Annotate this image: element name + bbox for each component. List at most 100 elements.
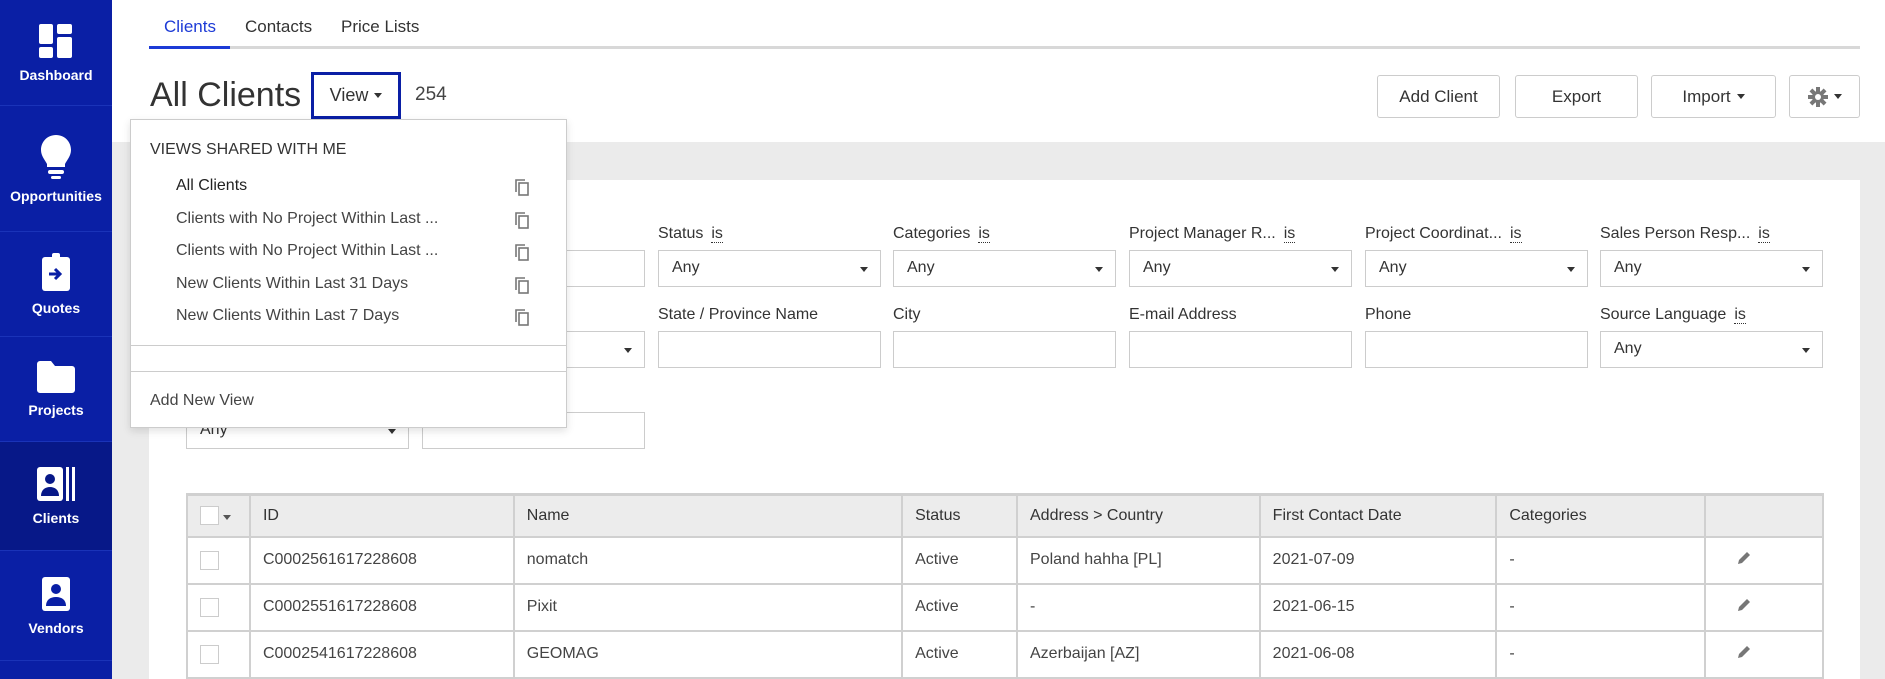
clients-table: ID Name Status Address > Country First C… [186, 493, 1824, 679]
pencil-icon [1738, 551, 1751, 564]
filter-label-sales-person: Sales Person Resp... is [1600, 225, 1770, 243]
column-header-country[interactable]: Address > Country [1016, 493, 1261, 538]
table-row[interactable]: C0002561617228608 nomatch Active Poland hah… [186, 535, 1824, 585]
sidebar-item-label: Projects [28, 402, 84, 418]
add-client-button[interactable]: Add Client [1377, 75, 1500, 118]
active-tab-indicator [149, 46, 230, 49]
filter-label-status: Status is [658, 225, 723, 243]
edit-button[interactable] [1704, 535, 1824, 585]
copy-view-icon[interactable] [514, 211, 530, 229]
table-row[interactable]: C0002551617228608 Pixit Active -2021-06-15- [186, 582, 1824, 632]
gear-icon [1807, 86, 1828, 107]
sidebar-item-label: Opportunities [10, 187, 102, 204]
filter-label-phone: Phone [1365, 306, 1412, 323]
view-menu-item[interactable]: Clients with No Project Within Last ... [176, 242, 438, 260]
caret-down-icon [374, 93, 383, 98]
copy-view-icon[interactable] [514, 243, 530, 261]
copy-view-icon[interactable] [514, 308, 530, 326]
cell-first-contact-date: 2021-06-08 [1258, 629, 1498, 679]
cell-status: Active [901, 629, 1018, 679]
select-all-checkbox[interactable] [186, 493, 251, 538]
city-input[interactable] [893, 331, 1116, 368]
sidebar-item-vendors[interactable]: Vendors [0, 551, 112, 661]
cell-country: Poland hahha [PL] [1016, 535, 1261, 585]
column-header-categories[interactable]: Categories [1495, 493, 1707, 538]
phone-input[interactable] [1365, 331, 1588, 368]
sidebar-item-opportunities[interactable]: Opportunities [0, 106, 112, 232]
categories-select[interactable]: Any [893, 250, 1116, 287]
state-input[interactable] [658, 331, 881, 368]
contacts-icon [37, 467, 75, 501]
sidebar-item-dashboard[interactable]: Dashboard [0, 0, 112, 106]
add-new-view-link[interactable]: Add New View [150, 392, 254, 410]
copy-view-icon[interactable] [514, 178, 530, 196]
filter-label-city: City [893, 306, 921, 323]
cell-status: Active [901, 535, 1018, 585]
record-count: 254 [415, 84, 447, 105]
filter-label-project-manager: Project Manager R... is [1129, 225, 1296, 243]
row-checkbox[interactable] [186, 582, 251, 632]
sidebar: Dashboard Opportunities Quotes Projects … [0, 0, 112, 679]
view-menu-item[interactable]: New Clients Within Last 7 Days [176, 307, 399, 325]
cell-id: C0002541617228608 [248, 629, 515, 679]
project-coordinator-select[interactable]: Any [1365, 250, 1588, 287]
menu-divider [131, 371, 566, 372]
view-dropdown-menu: VIEWS SHARED WITH ME All Clients Clients … [130, 119, 567, 428]
sidebar-item-projects[interactable]: Projects [0, 337, 112, 442]
view-menu-item[interactable]: New Clients Within Last 31 Days [176, 275, 408, 293]
cell-name: GEOMAG [512, 629, 904, 679]
status-select[interactable]: Any [658, 250, 881, 287]
column-header-status[interactable]: Status [901, 493, 1018, 538]
sidebar-item-quotes[interactable]: Quotes [0, 232, 112, 337]
folder-icon [37, 361, 75, 393]
sidebar-item-clients[interactable]: Clients [0, 442, 112, 551]
filter-label-state: State / Province Name [658, 306, 819, 323]
filter-label-source-language: Source Language is [1600, 306, 1746, 324]
view-dropdown-button[interactable]: View [311, 72, 401, 119]
view-menu-item[interactable]: All Clients [176, 177, 247, 195]
pencil-icon [1738, 598, 1751, 611]
cell-country: - [1016, 582, 1261, 632]
person-badge-icon [42, 576, 70, 611]
menu-section-title: VIEWS SHARED WITH ME [150, 141, 347, 158]
edit-button[interactable] [1704, 629, 1824, 679]
cell-id: C0002551617228608 [248, 582, 515, 632]
column-header-name[interactable]: Name [512, 493, 904, 538]
import-button[interactable]: Import [1651, 75, 1776, 118]
caret-down-icon [1736, 94, 1745, 99]
cell-id: C0002561617228608 [248, 535, 515, 585]
filter-label-email: E-mail Address [1129, 306, 1237, 323]
row-checkbox[interactable] [186, 629, 251, 679]
sidebar-item-label: Quotes [31, 300, 81, 316]
dashboard-icon [39, 23, 72, 58]
tab-clients[interactable]: Clients [164, 17, 216, 37]
email-input[interactable] [1129, 331, 1352, 368]
menu-divider [131, 345, 566, 346]
column-header-actions [1704, 493, 1824, 538]
row-checkbox[interactable] [186, 535, 251, 585]
project-manager-select[interactable]: Any [1129, 250, 1352, 287]
tab-contacts[interactable]: Contacts [245, 17, 312, 37]
source-language-select[interactable]: Any [1600, 331, 1823, 368]
cell-name: Pixit [512, 582, 904, 632]
table-row[interactable]: C0002541617228608 GEOMAG Active Azerbaijan … [186, 629, 1824, 679]
export-button[interactable]: Export [1515, 75, 1638, 118]
sidebar-item-label: Dashboard [19, 66, 93, 83]
cell-categories: - [1495, 582, 1707, 632]
tab-price-lists[interactable]: Price Lists [341, 17, 419, 37]
cell-categories: - [1495, 629, 1707, 679]
view-label: View [329, 85, 369, 105]
view-menu-item[interactable]: Clients with No Project Within Last ... [176, 210, 438, 228]
cell-country: Azerbaijan [AZ] [1016, 629, 1261, 679]
column-header-first-contact-date[interactable]: First Contact Date [1258, 493, 1498, 538]
cell-first-contact-date: 2021-06-15 [1258, 582, 1498, 632]
filter-label-categories: Categories is [893, 225, 990, 243]
caret-down-icon [1833, 94, 1842, 99]
settings-button[interactable] [1789, 75, 1860, 118]
page-title: All Clients [150, 76, 302, 114]
sales-person-select[interactable]: Any [1600, 250, 1823, 287]
pencil-icon [1738, 645, 1751, 658]
column-header-id[interactable]: ID [248, 493, 515, 538]
copy-view-icon[interactable] [514, 276, 530, 294]
edit-button[interactable] [1704, 582, 1824, 632]
